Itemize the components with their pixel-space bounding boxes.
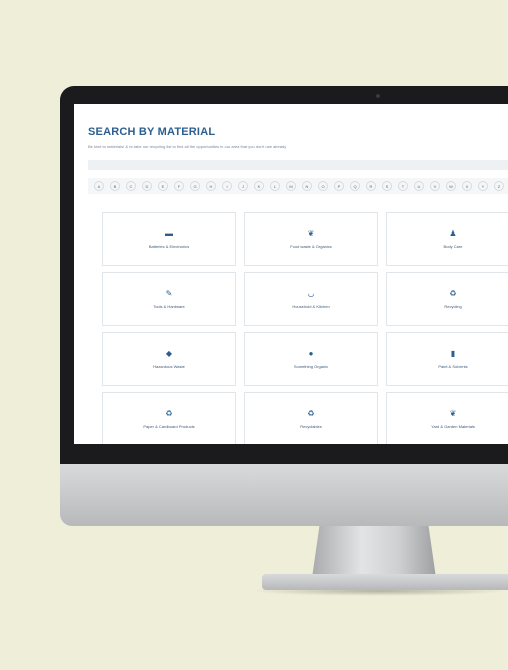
- material-card-label: Batteries & Electronics: [148, 243, 190, 249]
- alphabet-letter-v[interactable]: V: [430, 181, 440, 191]
- alphabet-letter-y[interactable]: Y: [478, 181, 488, 191]
- recycle-icon: ♻: [165, 408, 173, 418]
- alphabet-letter-j[interactable]: J: [238, 181, 248, 191]
- alphabet-letter-k[interactable]: K: [254, 181, 264, 191]
- material-card-label: Recyclables: [300, 423, 322, 429]
- alphabet-letter-q[interactable]: Q: [350, 181, 360, 191]
- material-card[interactable]: ❦ Yard & Garden Materials: [386, 392, 508, 444]
- alphabet-letter-u[interactable]: U: [414, 181, 424, 191]
- alphabet-letter-l[interactable]: L: [270, 181, 280, 191]
- material-card[interactable]: ❦ Food waste & Organics: [244, 212, 378, 266]
- material-card[interactable]: ♻ Paper & Cardboard Products: [102, 392, 236, 444]
- alphabet-letter-e[interactable]: E: [158, 181, 168, 191]
- battery-icon: ▬: [165, 228, 173, 238]
- material-card[interactable]: ▬ Batteries & Electronics: [102, 212, 236, 266]
- filter-bar[interactable]: [88, 160, 508, 170]
- alphabet-letter-f[interactable]: F: [174, 181, 184, 191]
- wrench-icon: ✎: [165, 288, 173, 298]
- bowl-icon: ◡: [307, 288, 315, 298]
- material-card-label: Tools & Hardware: [153, 303, 185, 309]
- monitor-stand-base: [262, 574, 508, 590]
- material-card[interactable]: ✎ Tools & Hardware: [102, 272, 236, 326]
- alphabet-letter-n[interactable]: N: [302, 181, 312, 191]
- alphabet-letter-m[interactable]: M: [286, 181, 296, 191]
- material-card-label: Food waste & Organics: [290, 243, 332, 249]
- page-title: SEARCH BY MATERIAL: [88, 126, 216, 138]
- desktop-monitor: SEARCH BY MATERIAL Be kind to materials!…: [60, 86, 508, 526]
- material-card-label: Paint & Solvents: [438, 363, 468, 369]
- monitor-chin: [60, 464, 508, 526]
- material-card[interactable]: ◡ Household & Kitchen: [244, 272, 378, 326]
- material-card[interactable]: ▮ Paint & Solvents: [386, 332, 508, 386]
- alphabet-letter-x[interactable]: X: [462, 181, 472, 191]
- material-card[interactable]: ◆ Hazardous Waste: [102, 332, 236, 386]
- bottle-icon: ♟: [449, 228, 457, 238]
- monitor-bezel: SEARCH BY MATERIAL Be kind to materials!…: [60, 86, 508, 464]
- leaf-icon: ❦: [307, 228, 315, 238]
- alphabet-letter-a[interactable]: A: [94, 181, 104, 191]
- material-card[interactable]: ♟ Body Care: [386, 212, 508, 266]
- alphabet-letter-g[interactable]: G: [190, 181, 200, 191]
- alphabet-letter-o[interactable]: O: [318, 181, 328, 191]
- monitor-stand: [312, 526, 436, 578]
- monitor-screen: SEARCH BY MATERIAL Be kind to materials!…: [74, 104, 508, 444]
- material-card[interactable]: ♻ Recyclables: [244, 392, 378, 444]
- leaf-icon: ❦: [449, 408, 457, 418]
- alphabet-letter-p[interactable]: P: [334, 181, 344, 191]
- material-card-label: Body Care: [443, 243, 463, 249]
- alphabet-letter-w[interactable]: W: [446, 181, 456, 191]
- page-subtitle: Be kind to materials! & re-take our recy…: [88, 144, 287, 149]
- material-card-label: Yard & Garden Materials: [431, 423, 475, 429]
- alphabet-letter-h[interactable]: H: [206, 181, 216, 191]
- hazard-icon: ◆: [165, 348, 173, 358]
- material-card[interactable]: ♻ Recycling: [386, 272, 508, 326]
- material-card-label: Recycling: [444, 303, 462, 309]
- alphabet-filter: ABCDEFGHIJKLMNOPQRSTUVWXYZ: [88, 178, 508, 194]
- alphabet-letter-c[interactable]: C: [126, 181, 136, 191]
- material-card[interactable]: ● Something Organic: [244, 332, 378, 386]
- alphabet-letter-b[interactable]: B: [110, 181, 120, 191]
- recycle-icon: ♻: [449, 288, 457, 298]
- material-card-label: Something Organic: [293, 363, 329, 369]
- material-grid: ▬ Batteries & Electronics ❦ Food waste & Or…: [102, 212, 508, 444]
- alphabet-letter-s[interactable]: S: [382, 181, 392, 191]
- alphabet-letter-r[interactable]: R: [366, 181, 376, 191]
- recycle-icon: ♻: [307, 408, 315, 418]
- alphabet-letter-z[interactable]: Z: [494, 181, 504, 191]
- alphabet-letter-i[interactable]: I: [222, 181, 232, 191]
- webcam-icon: [376, 94, 380, 98]
- material-card-label: Paper & Cardboard Products: [143, 423, 195, 429]
- can-icon: ▮: [450, 348, 456, 358]
- alphabet-letter-d[interactable]: D: [142, 181, 152, 191]
- apple-icon: ●: [308, 348, 314, 358]
- material-card-label: Household & Kitchen: [292, 303, 330, 309]
- alphabet-letter-t[interactable]: T: [398, 181, 408, 191]
- material-card-label: Hazardous Waste: [153, 363, 185, 369]
